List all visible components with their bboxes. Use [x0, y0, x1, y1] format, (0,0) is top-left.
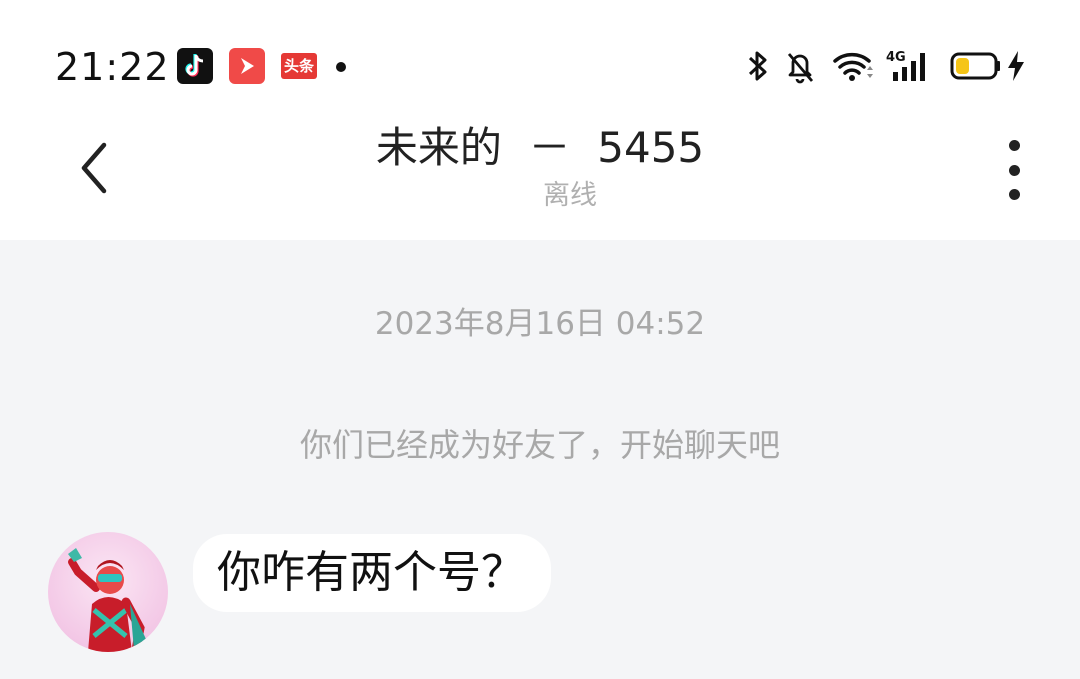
video-app-icon	[229, 48, 265, 84]
avatar[interactable]	[48, 532, 168, 652]
online-status: 离线	[543, 180, 597, 211]
bell-off-icon	[785, 48, 815, 88]
chat-area[interactable]: 2023年8月16日 04:52 你们已经成为好友了，开始聊天吧 你咋有两个号？	[0, 240, 1080, 679]
more-dot	[1008, 189, 1020, 200]
tiktok-icon	[177, 48, 213, 84]
chat-header: 未来的 － 5455 离线	[0, 110, 1080, 240]
more-dot	[1008, 164, 1020, 176]
charging-icon	[1005, 48, 1027, 88]
network-type-label: 4G	[886, 50, 906, 65]
chat-title: 未来的 － 5455	[375, 123, 705, 172]
bluetooth-icon	[745, 48, 771, 88]
system-notice: 你们已经成为好友了，开始聊天吧	[299, 426, 780, 464]
signal-icon: 4G	[886, 48, 936, 88]
more-options-button[interactable]	[994, 140, 1034, 200]
notification-dot-icon	[336, 62, 346, 72]
status-time: 21:22	[55, 45, 170, 89]
battery-icon	[950, 48, 1002, 88]
avatar-illustration	[68, 548, 150, 652]
message-row: 你咋有两个号？	[48, 532, 1048, 662]
more-vertical-icon	[1008, 140, 1020, 151]
toutiao-icon: 头条	[281, 53, 317, 79]
wifi-icon	[832, 48, 874, 88]
message-bubble[interactable]: 你咋有两个号？	[193, 534, 551, 612]
message-timestamp: 2023年8月16日 04:52	[374, 306, 706, 342]
